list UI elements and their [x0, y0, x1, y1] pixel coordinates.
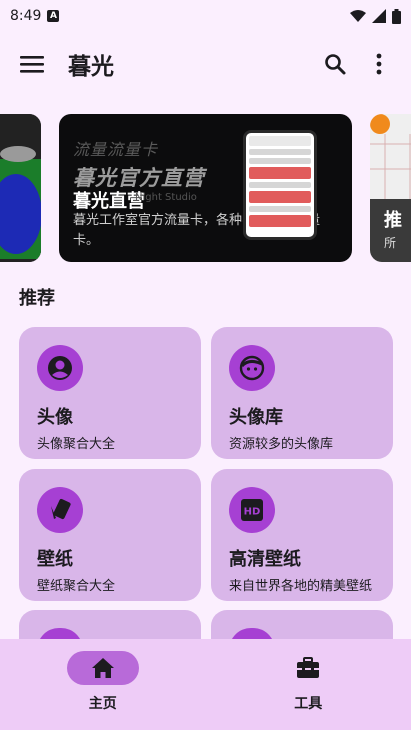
card-subtitle: 资源较多的头像库 — [229, 437, 334, 452]
banner-prev-image — [0, 114, 41, 262]
card-avatar-library[interactable]: 头像库 资源较多的头像库 — [211, 327, 393, 459]
menu-icon — [20, 56, 44, 73]
card-title: 高清壁纸 — [229, 549, 301, 570]
menu-button[interactable] — [10, 42, 54, 86]
battery-icon — [392, 8, 401, 24]
status-app-icon: A — [47, 10, 60, 22]
more-button[interactable] — [357, 42, 401, 86]
bottom-navigation: 主页 工具 — [0, 639, 411, 730]
nav-tools-indicator — [272, 651, 344, 685]
section-title: 推荐 — [19, 288, 55, 309]
card-title: 头像 — [37, 407, 73, 428]
status-time: 8:49 — [10, 8, 42, 24]
status-bar: 8:49 A — [0, 0, 411, 32]
card-title: 头像库 — [229, 407, 283, 428]
hd-icon: HD — [241, 499, 263, 521]
search-icon — [325, 54, 346, 75]
card-title: 壁纸 — [37, 549, 73, 570]
card-subtitle: 头像聚合大全 — [37, 437, 116, 452]
card-icon-circle — [37, 487, 83, 533]
card-subtitle: 壁纸聚合大全 — [37, 579, 116, 594]
banner-subtitle: Night Studio — [135, 192, 197, 203]
banner-next-subtitle: 所 — [384, 236, 397, 250]
nav-tools[interactable]: 工具 — [238, 651, 378, 730]
top-app-bar: 暮光 — [0, 34, 411, 94]
wallpaper-icon — [51, 498, 71, 520]
app-title: 暮光 — [68, 54, 114, 80]
signal-icon — [372, 9, 386, 23]
nav-home[interactable]: 主页 — [33, 651, 173, 730]
toolbox-icon — [297, 657, 320, 678]
nav-home-label: 主页 — [88, 696, 117, 712]
card-subtitle: 来自世界各地的精美壁纸 — [229, 579, 373, 594]
avatar-icon — [48, 356, 72, 380]
nav-home-indicator — [66, 651, 139, 685]
face-icon — [239, 355, 265, 381]
search-button[interactable] — [313, 42, 357, 86]
wifi-icon — [350, 10, 366, 22]
nav-tools-label: 工具 — [294, 696, 323, 712]
banner-prev[interactable] — [0, 114, 41, 262]
svg-text:HD: HD — [244, 507, 261, 518]
card-icon-circle: HD — [229, 487, 275, 533]
banner-carousel[interactable]: 流量流量卡 暮光官方直营 暮光直营 Night Studio 暮光工作室官方流量… — [0, 112, 411, 264]
card-icon-circle — [229, 345, 275, 391]
banner-next[interactable]: 推 所 — [370, 114, 411, 262]
banner-main[interactable]: 流量流量卡 暮光官方直营 暮光直营 Night Studio 暮光工作室官方流量… — [59, 114, 352, 262]
more-vert-icon — [376, 53, 382, 75]
card-icon-circle — [37, 345, 83, 391]
card-hd-wallpaper[interactable]: HD 高清壁纸 来自世界各地的精美壁纸 — [211, 469, 393, 601]
banner-ghost-title: 流量流量卡 — [73, 140, 159, 159]
banner-next-title: 推 — [384, 210, 402, 231]
phone-mockup-image — [243, 130, 317, 240]
home-icon — [91, 658, 114, 678]
card-avatar[interactable]: 头像 头像聚合大全 — [19, 327, 201, 459]
card-wallpaper[interactable]: 壁纸 壁纸聚合大全 — [19, 469, 201, 601]
